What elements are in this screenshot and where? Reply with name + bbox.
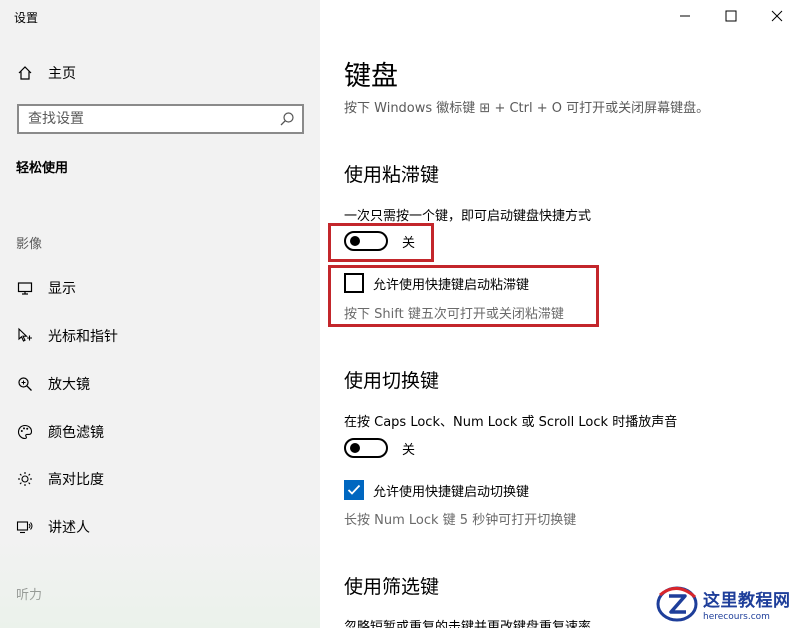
toggle-keys-toggle-state: 关 (402, 442, 416, 458)
sidebar-item-narrator[interactable]: 讲述人 (16, 515, 90, 539)
sidebar-category: 轻松使用 (16, 161, 69, 176)
palette-icon (16, 423, 34, 441)
toggle-keys-checkbox-label[interactable]: 允许使用快捷键启动切换键 (373, 481, 529, 500)
nav-home[interactable]: 主页 (16, 62, 76, 84)
sidebar-item-high-contrast[interactable]: 高对比度 (16, 467, 104, 491)
sidebar-item-label: 光标和指针 (48, 329, 118, 345)
toggle-keys-hint: 长按 Num Lock 键 5 秒钟可打开切换键 (344, 513, 577, 528)
sidebar-item-label: 放大镜 (48, 377, 90, 393)
toggle-keys-toggle-row: 关 (344, 438, 415, 458)
annotation-box-checkbox (328, 265, 599, 327)
narrator-icon (16, 518, 34, 536)
watermark-url: herecours.com (703, 612, 770, 622)
toggle-keys-heading: 使用切换键 (344, 370, 440, 392)
monitor-icon (16, 279, 34, 297)
sidebar-item-label: 显示 (48, 281, 76, 297)
sidebar-item-magnifier[interactable]: 放大镜 (16, 372, 90, 396)
toggle-keys-desc: 在按 Caps Lock、Num Lock 或 Scroll Lock 时播放声… (344, 415, 678, 430)
search-icon[interactable] (278, 110, 296, 128)
sidebar-item-display[interactable]: 显示 (16, 276, 76, 300)
toggle-keys-checkbox-row: 允许使用快捷键启动切换键 (344, 480, 529, 500)
filter-keys-heading: 使用筛选键 (344, 576, 440, 598)
search-input[interactable] (28, 111, 278, 127)
magnifier-icon (16, 375, 34, 393)
toggle-keys-toggle[interactable] (344, 438, 388, 458)
nav-home-label: 主页 (48, 66, 76, 82)
page-subtitle: 按下 Windows 徽标键 ⊞ + Ctrl + O 可打开或关闭屏幕键盘。 (344, 101, 710, 116)
sun-icon (16, 470, 34, 488)
watermark-logo-icon (656, 586, 698, 622)
sidebar-item-cursor[interactable]: 光标和指针 (16, 324, 118, 348)
window-title: 设置 (14, 11, 39, 25)
sidebar-item-label: 高对比度 (48, 472, 104, 488)
watermark-text: 这里教程网 (703, 591, 791, 611)
sidebar-group-vision: 影像 (16, 237, 43, 252)
search-box[interactable] (17, 104, 304, 134)
sidebar: 设置 主页 轻松使用 影像 显示 光标和指针 放大镜 颜 (0, 0, 320, 628)
checkmark-icon (347, 484, 361, 495)
watermark: 这里教程网 herecours.com (655, 583, 791, 625)
sidebar-bottom-glow (0, 538, 320, 628)
sidebar-item-label: 讲述人 (48, 520, 90, 536)
sidebar-item-label: 颜色滤镜 (48, 425, 104, 441)
sticky-keys-heading: 使用粘滞键 (344, 164, 440, 186)
cursor-icon (16, 327, 34, 345)
toggle-keys-shortcut-checkbox[interactable] (344, 480, 364, 500)
page-title: 键盘 (344, 61, 398, 92)
toggle-knob (350, 443, 360, 453)
annotation-box-toggle (328, 223, 434, 262)
sticky-keys-desc: 一次只需按一个键，即可启动键盘快捷方式 (344, 209, 592, 224)
sidebar-item-color-filters[interactable]: 颜色滤镜 (16, 420, 104, 444)
filter-keys-desc: 忽略短暂或重复的击键并更改键盘重复速率 (344, 620, 592, 628)
home-icon (16, 64, 34, 82)
